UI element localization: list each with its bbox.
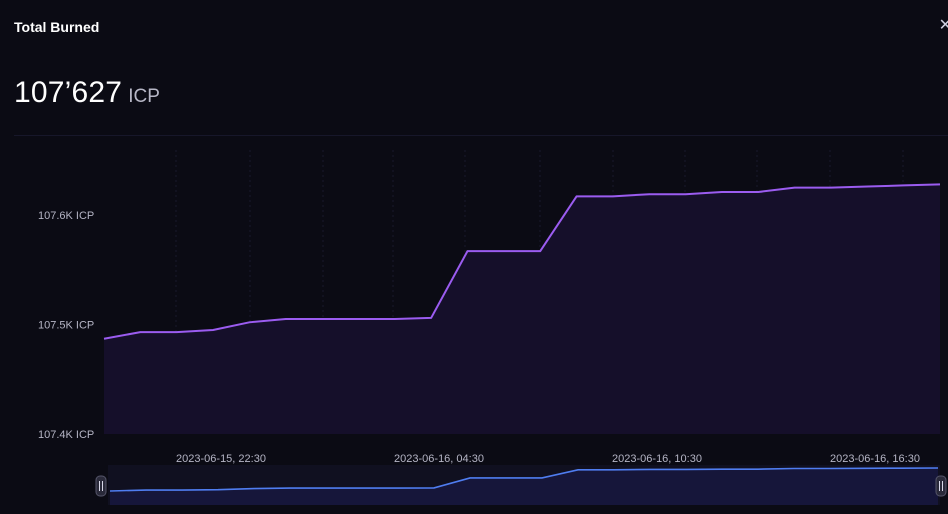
data-point xyxy=(503,250,505,252)
data-point xyxy=(648,193,650,195)
data-point xyxy=(539,250,541,252)
data-point xyxy=(212,329,214,331)
handle-body xyxy=(95,475,107,497)
data-point xyxy=(685,193,687,195)
data-point xyxy=(757,191,759,193)
burn-chart[interactable]: 107.4K ICP 107.5K ICP 107.6K ICP 2023-06-1… xyxy=(0,0,948,514)
data-point xyxy=(394,318,396,320)
x-tick-label: 2023-06-15, 22:30 xyxy=(176,453,266,465)
area-layer xyxy=(103,183,941,434)
data-point xyxy=(794,187,796,189)
area-fill xyxy=(104,184,940,434)
y-tick-label: 107.5K ICP xyxy=(38,320,94,332)
data-point xyxy=(176,331,178,333)
data-point xyxy=(467,250,469,252)
data-point xyxy=(576,196,578,198)
x-tick-label: 2023-06-16, 16:30 xyxy=(830,453,920,465)
y-tick-label: 107.4K ICP xyxy=(38,429,94,441)
navigator-right-handle[interactable] xyxy=(935,475,947,497)
data-point xyxy=(721,191,723,193)
x-tick-label: 2023-06-16, 10:30 xyxy=(612,453,702,465)
data-point xyxy=(358,318,360,320)
y-tick-label: 107.6K ICP xyxy=(38,210,94,222)
range-navigator[interactable] xyxy=(95,465,947,505)
y-axis: 107.4K ICP 107.5K ICP 107.6K ICP xyxy=(38,210,94,441)
total-burned-card: Total Burned ✕ 107’627 ICP 107.4K ICP 107… xyxy=(0,0,948,514)
data-point xyxy=(321,318,323,320)
x-tick-label: 2023-06-16, 04:30 xyxy=(394,453,484,465)
data-point xyxy=(867,186,869,188)
handle-body xyxy=(935,475,947,497)
x-axis: 2023-06-15, 22:30 2023-06-16, 04:30 2023-0… xyxy=(176,453,920,465)
navigator-left-handle[interactable] xyxy=(95,475,107,497)
data-point xyxy=(903,185,905,187)
data-point xyxy=(430,317,432,319)
data-point xyxy=(140,331,142,333)
data-point xyxy=(249,322,251,324)
data-point xyxy=(285,318,287,320)
data-point xyxy=(939,184,941,186)
data-point xyxy=(612,196,614,198)
data-point xyxy=(103,338,105,340)
data-point xyxy=(830,187,832,189)
